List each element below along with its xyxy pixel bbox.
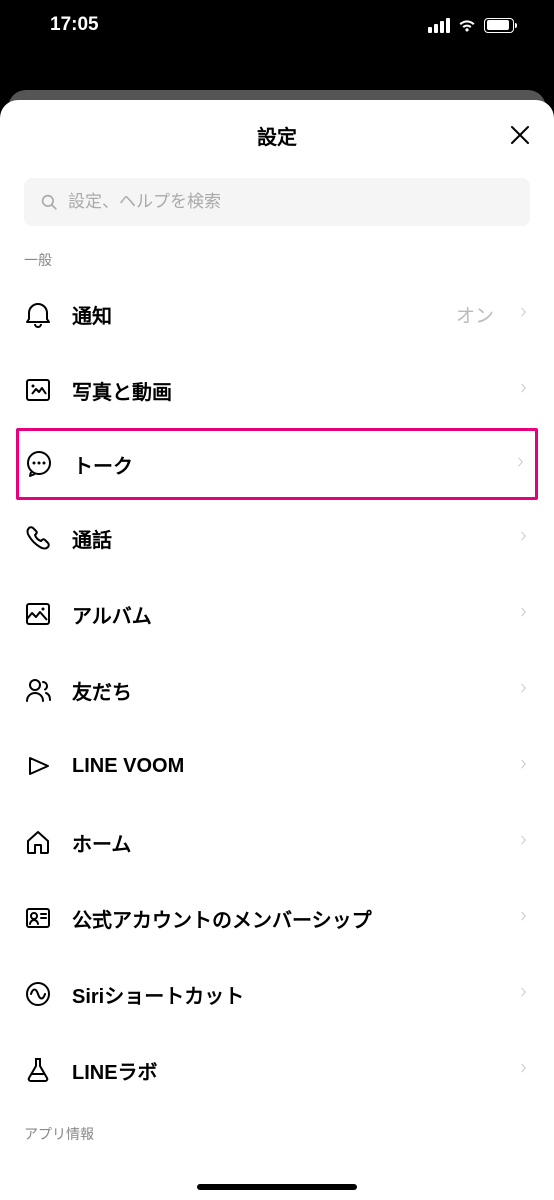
- chevron-right-icon: [518, 603, 530, 626]
- siri-icon: [24, 980, 52, 1008]
- chevron-right-icon: [518, 679, 530, 702]
- close-icon: [508, 123, 532, 147]
- search-box[interactable]: [24, 178, 530, 226]
- settings-row-phone[interactable]: 通話: [0, 500, 554, 576]
- wifi-icon: [457, 18, 477, 33]
- row-label: 通知: [72, 300, 436, 329]
- section-label-general: 一般: [0, 242, 554, 276]
- row-label: 写真と動画: [72, 376, 498, 405]
- chevron-right-icon: [518, 303, 530, 326]
- chevron-right-icon: [518, 1059, 530, 1082]
- home-icon: [24, 828, 52, 856]
- home-indicator[interactable]: [197, 1184, 357, 1190]
- page-title: 設定: [257, 121, 297, 150]
- cellular-signal-icon: [428, 18, 450, 33]
- row-label: Siriショートカット: [72, 980, 498, 1009]
- settings-row-siri[interactable]: Siriショートカット: [0, 956, 554, 1032]
- search-input[interactable]: [68, 192, 514, 212]
- row-label: LINE VOOM: [72, 755, 498, 778]
- row-label: トーク: [73, 450, 495, 479]
- album-icon: [24, 600, 52, 628]
- voom-icon: [24, 752, 52, 780]
- settings-list-general: 通知オン写真と動画トーク通話アルバム友だち LINE VOOM ホーム公式アカウント…: [0, 276, 554, 1108]
- chevron-right-icon: [518, 527, 530, 550]
- row-label: 友だち: [72, 676, 498, 705]
- row-label: ホーム: [72, 828, 498, 857]
- row-label: アルバム: [72, 600, 498, 629]
- sheet-header: 設定: [0, 100, 554, 170]
- settings-sheet: 設定 一般 通知オン写真と動画トーク通話アルバム友だち LINE VOOM ホーム公…: [0, 100, 554, 1200]
- phone-icon: [24, 524, 52, 552]
- row-label: LINEラボ: [72, 1056, 498, 1085]
- status-time: 17:05: [50, 14, 99, 36]
- settings-row-lab[interactable]: LINEラボ: [0, 1032, 554, 1108]
- settings-row-friends[interactable]: 友だち: [0, 652, 554, 728]
- chevron-right-icon: [515, 453, 527, 476]
- row-label: 通話: [72, 524, 498, 553]
- settings-row-voom[interactable]: LINE VOOM: [0, 728, 554, 804]
- chevron-right-icon: [518, 755, 530, 778]
- lab-icon: [24, 1056, 52, 1084]
- status-indicators: [428, 18, 514, 33]
- settings-row-album[interactable]: アルバム: [0, 576, 554, 652]
- chat-icon: [25, 450, 53, 478]
- section-label-appinfo: アプリ情報: [0, 1116, 554, 1150]
- battery-icon: [484, 18, 514, 33]
- photo-icon: [24, 376, 52, 404]
- membership-icon: [24, 904, 52, 932]
- status-bar: 17:05: [0, 0, 554, 50]
- settings-row-chat[interactable]: トーク: [16, 428, 538, 500]
- settings-row-photo[interactable]: 写真と動画: [0, 352, 554, 428]
- row-value: オン: [456, 301, 494, 328]
- settings-row-home[interactable]: ホーム: [0, 804, 554, 880]
- chevron-right-icon: [518, 983, 530, 1006]
- friends-icon: [24, 676, 52, 704]
- settings-row-membership[interactable]: 公式アカウントのメンバーシップ: [0, 880, 554, 956]
- row-label: 公式アカウントのメンバーシップ: [72, 904, 498, 933]
- settings-row-bell[interactable]: 通知オン: [0, 276, 554, 352]
- search-icon: [40, 193, 58, 211]
- chevron-right-icon: [518, 907, 530, 930]
- chevron-right-icon: [518, 379, 530, 402]
- bell-icon: [24, 300, 52, 328]
- close-button[interactable]: [506, 121, 534, 149]
- chevron-right-icon: [518, 831, 530, 854]
